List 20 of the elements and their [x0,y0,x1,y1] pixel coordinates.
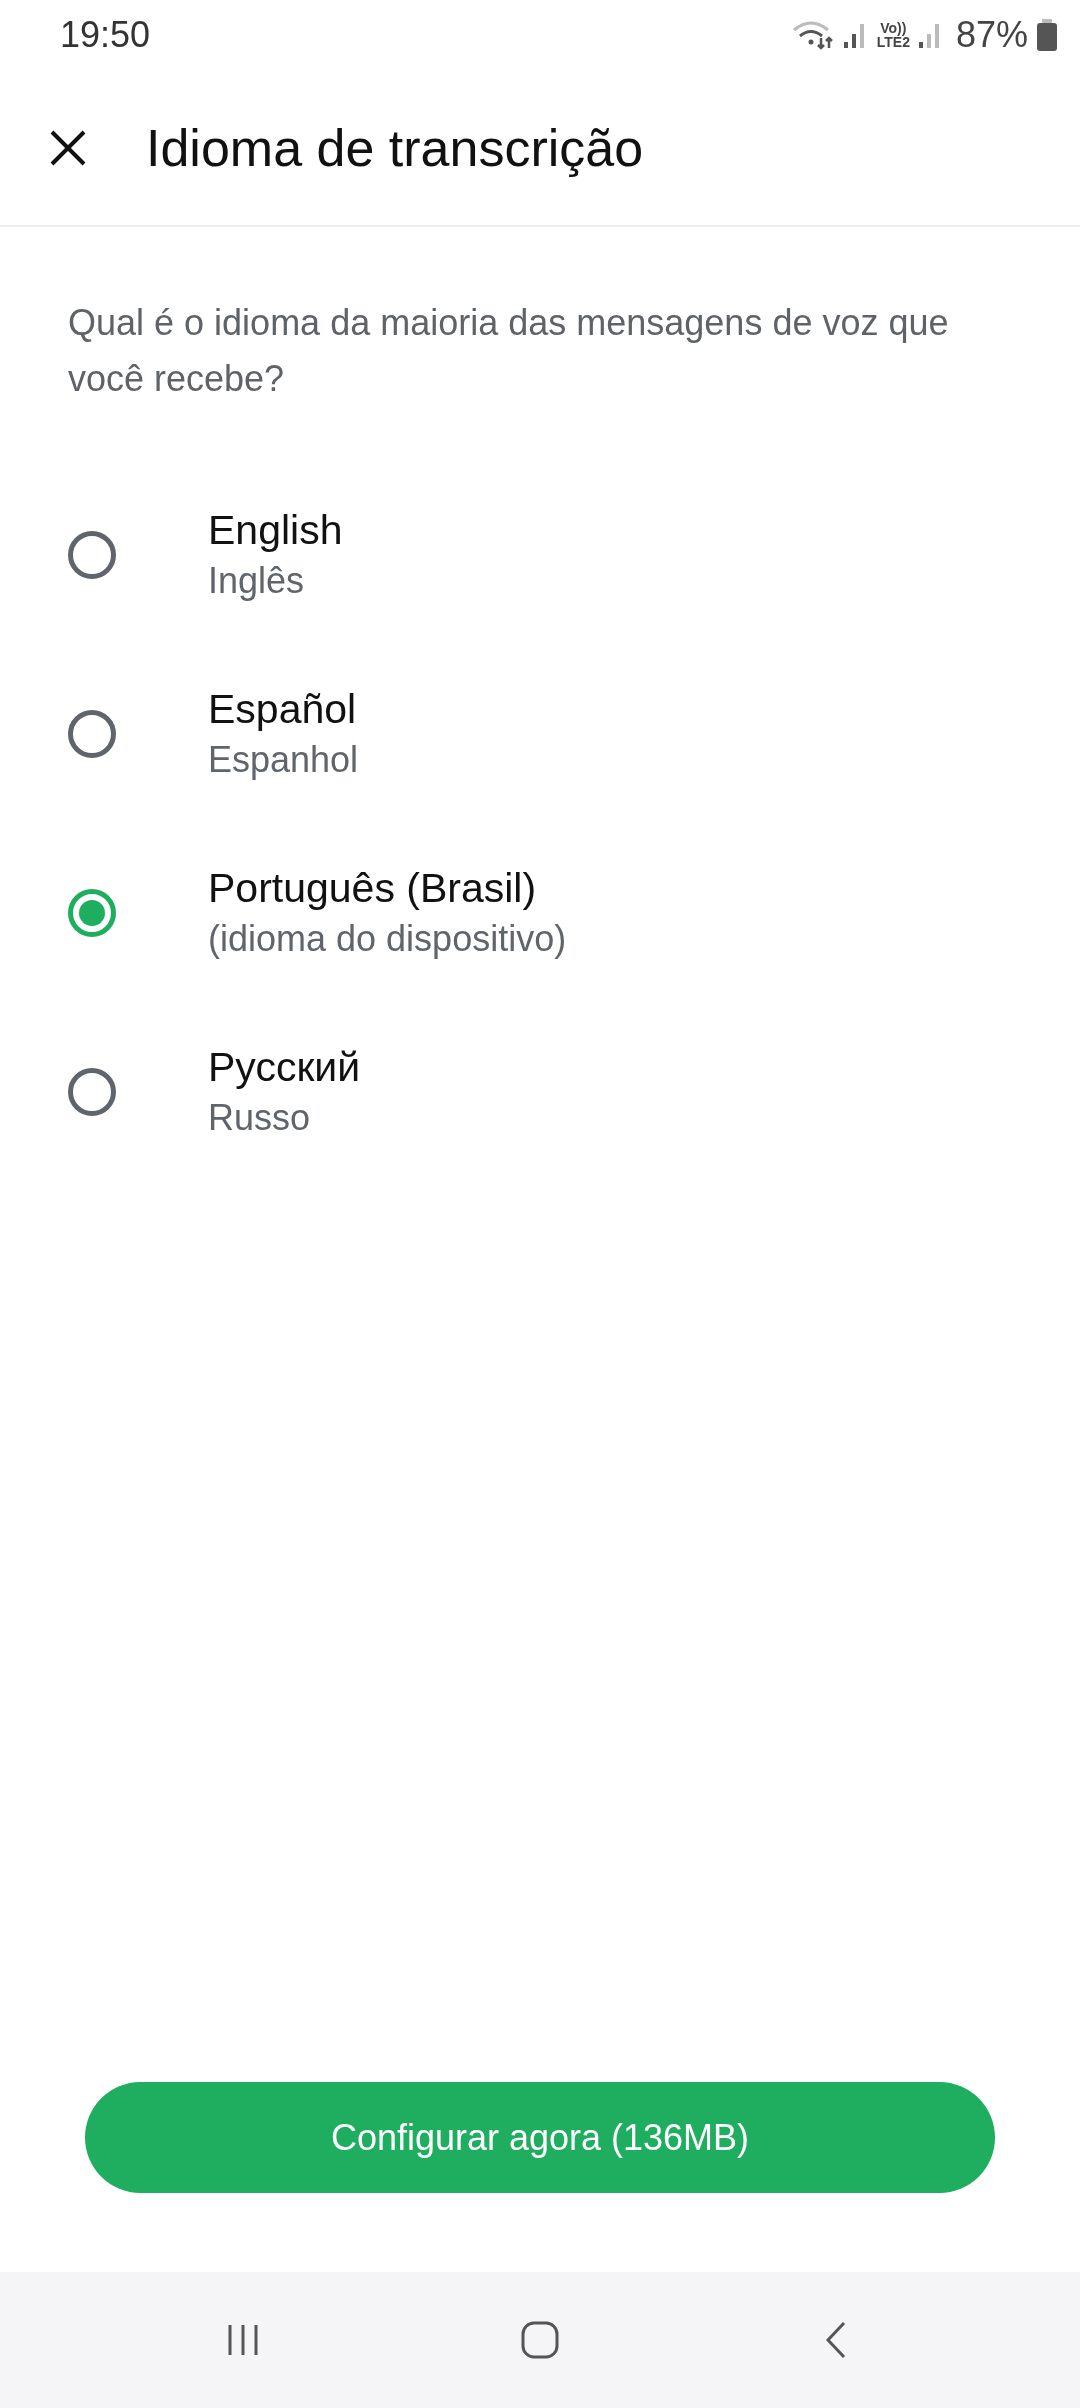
language-sublabel: Espanhol [208,739,359,781]
wifi-icon [790,20,835,50]
language-sublabel: Russo [208,1097,312,1139]
page-title: Idioma de transcrição [146,117,644,178]
language-name: Español [208,686,358,733]
language-name: English [208,507,343,554]
language-sublabel: Inglês [208,560,306,602]
radio-button[interactable] [68,1067,116,1116]
radio-button[interactable] [68,709,116,758]
question-text: Qual é o idioma da maioria das mensagens de voz que você recebe? [68,301,950,401]
language-name: Русский [208,1044,361,1091]
radio-button[interactable] [68,530,116,579]
language-name: Português (Brasil) [208,865,538,912]
battery-icon [1036,18,1058,52]
radio-button[interactable] [68,888,116,937]
volte-icon: Vo)) LTE2 [876,21,910,49]
setup-button[interactable]: Configurar agora (136MB) [85,2082,995,2193]
language-sublabel: (idioma do dispositivo) [208,918,567,960]
clock: 19:50 [60,14,151,56]
battery-percentage: 87% [955,14,1028,56]
